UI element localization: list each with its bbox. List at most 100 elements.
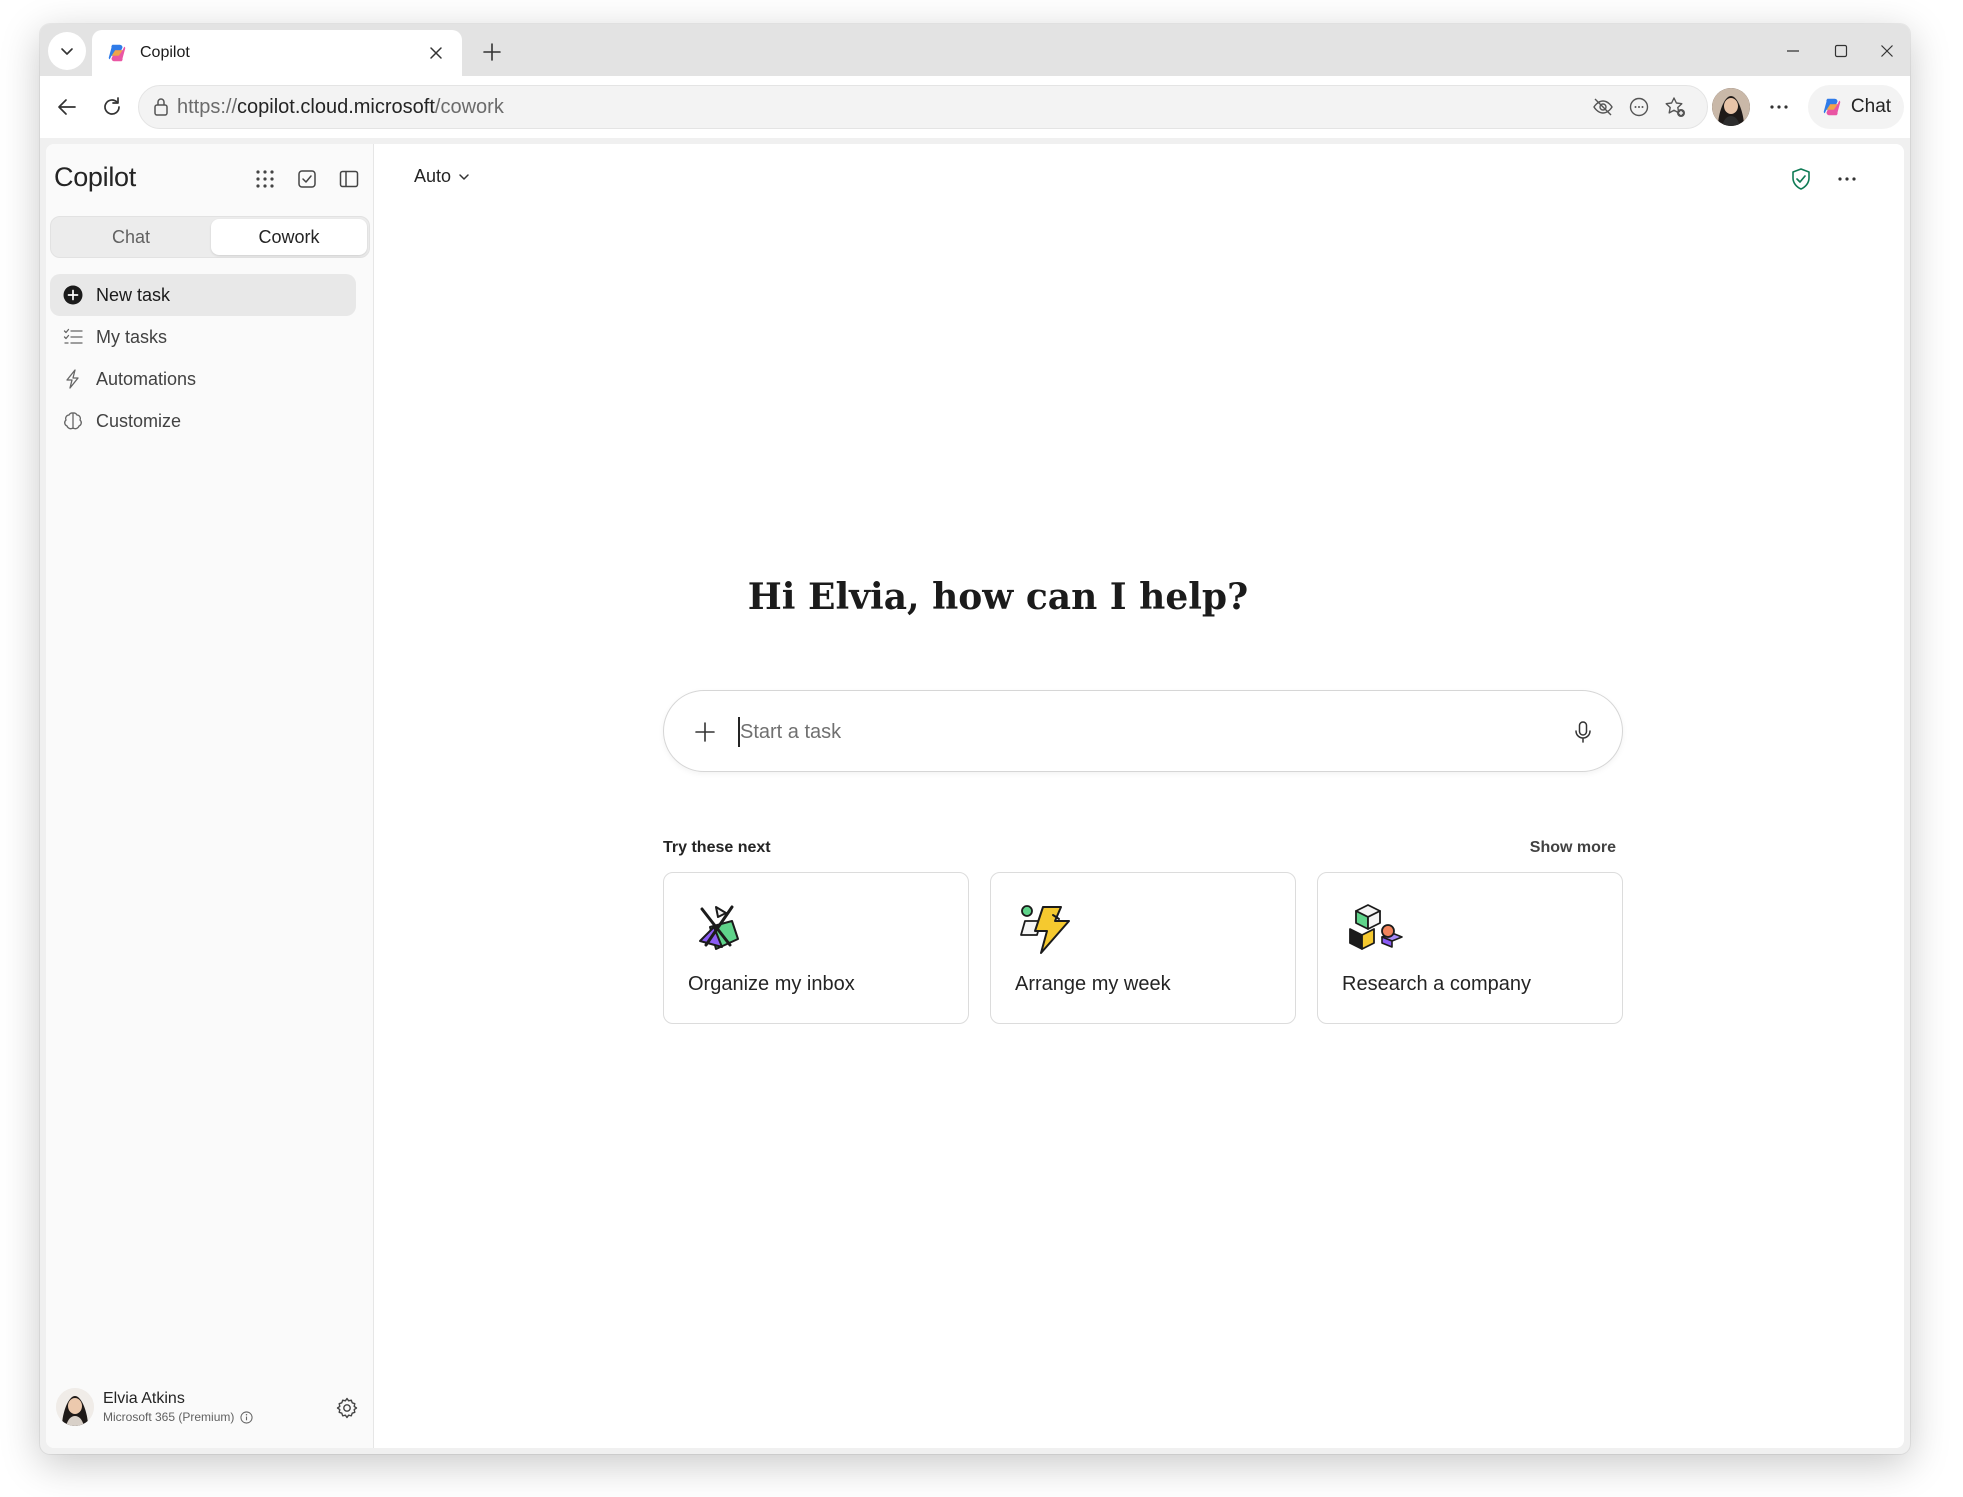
model-selector-label: Auto [414,166,452,186]
refresh-button[interactable] [95,90,129,124]
copilot-app: Copilot Chat Cowork New task My tasks Au… [46,144,1904,1448]
sidebar-nav: New task My tasks Automations Customize [50,274,356,442]
flash-icon [62,368,84,390]
copilot-logo-icon [1823,98,1841,116]
address-bar[interactable]: https://copilot.cloud.microsoft/cowork [138,85,1708,129]
task-composer [663,690,1623,772]
brain-icon [62,410,84,432]
suggestion-card-organize-inbox[interactable]: Organize my inbox [663,872,969,1024]
voice-input-button[interactable] [1566,715,1600,749]
minimize-icon [1787,50,1799,52]
more-options-button[interactable] [1830,162,1864,196]
sidebar-item-label: My tasks [96,326,168,347]
arrange-week-illustration [1020,905,1070,954]
maximize-button[interactable] [1824,36,1858,66]
avatar-photo-icon [56,1388,94,1426]
chat-bubble-icon [1629,97,1649,117]
show-more-link[interactable]: Show more [1516,839,1616,857]
sidebar-item-label: New task [96,284,171,305]
card-title: Arrange my week [1015,973,1171,995]
card-title: Organize my inbox [688,973,855,995]
toggle-sidebar-button[interactable] [332,162,366,196]
suggestion-card-arrange-week[interactable]: Arrange my week [990,872,1296,1024]
sidebar-item-label: Automations [96,368,197,389]
page-title: Hi Elvia, how can I help? [747,576,1249,618]
browser-window: Copilot https://copilot.cloud.microsoft/… [40,24,1910,1454]
avatar [56,1388,94,1426]
tab-chat[interactable]: Chat [53,219,209,255]
chat-button-label: Chat [1850,96,1892,117]
organize-inbox-illustration [699,905,739,950]
tab-strip: Copilot [40,24,1910,76]
browser-profile-avatar[interactable] [1712,88,1750,126]
tab-close-button[interactable] [424,41,448,65]
browser-toolbar: https://copilot.cloud.microsoft/cowork C [40,76,1910,138]
star-add-icon [1665,97,1685,117]
back-button[interactable] [50,90,84,124]
mode-switcher: Chat Cowork [50,216,370,258]
copilot-logo-icon [108,44,126,62]
task-input[interactable] [740,711,1520,753]
url-path: /cowork [434,95,504,118]
user-plan-label: Microsoft 365 (Premium) [103,1410,235,1424]
add-attachment-button[interactable] [690,717,720,747]
settings-button[interactable] [333,1394,361,1422]
shield-check-icon [1792,168,1810,190]
app-launcher-button[interactable] [248,162,282,196]
model-selector[interactable]: Auto [414,166,471,187]
user-profile[interactable]: Elvia Atkins Microsoft 365 (Premium) [56,1384,366,1432]
main-content: Auto Hi Elvia, how can I help? Tr [374,144,1904,1448]
card-title: Research a company [1342,973,1531,995]
sidebar-item-new-task[interactable]: New task [50,274,356,316]
reader-mode-button[interactable] [1621,89,1657,125]
avatar-photo-icon [1712,88,1750,126]
eye-off-icon [1593,98,1613,116]
gear-icon [336,1397,358,1419]
url-scheme: https:// [177,95,238,118]
tracking-prevention-button[interactable] [1585,89,1621,125]
sidebar-item-label: Customize [96,410,182,431]
sidebar-item-customize[interactable]: Customize [50,400,356,442]
tab-title: Copilot [140,44,190,61]
user-name: Elvia Atkins [103,1390,185,1407]
chevron-down-icon [459,173,469,180]
close-icon [430,47,442,59]
plus-circle-icon [62,284,84,306]
url-text: https://copilot.cloud.microsoft/cowork [177,96,1585,119]
copilot-chat-button[interactable]: Chat [1808,85,1904,129]
chevron-down-icon [61,48,73,55]
new-tab-button[interactable] [476,36,508,68]
info-icon[interactable] [240,1410,253,1424]
browser-menu-button[interactable] [1762,90,1796,124]
tab-cowork[interactable]: Cowork [211,219,367,255]
research-company-illustration [1349,904,1403,950]
refresh-icon [104,97,120,115]
plus-icon [483,43,501,61]
tab-list-button[interactable] [48,32,86,70]
suggestion-card-research-company[interactable]: Research a company [1317,872,1623,1024]
checkbox-icon [298,170,316,188]
plus-icon [695,722,715,742]
sidebar: Copilot Chat Cowork New task My tasks Au… [46,144,374,1448]
microphone-icon [1575,721,1591,743]
tasks-button[interactable] [290,162,324,196]
more-horizontal-icon [1838,177,1856,181]
app-grid-icon [256,170,274,188]
protection-status[interactable] [1784,162,1818,196]
suggestions-label: Try these next [663,839,771,856]
close-icon [1881,45,1893,57]
suggestion-cards: Organize my inbox Arrange my week Resear… [663,872,1623,1024]
maximize-icon [1834,44,1848,58]
user-plan: Microsoft 365 (Premium) [103,1410,253,1424]
back-arrow-icon [58,99,76,115]
close-window-button[interactable] [1870,36,1904,66]
task-list-icon [62,326,84,348]
add-favorite-button[interactable] [1657,89,1693,125]
more-horizontal-icon [1770,105,1788,109]
minimize-button[interactable] [1776,36,1810,66]
browser-tab[interactable]: Copilot [92,30,462,76]
app-brand: Copilot [54,162,136,192]
panel-left-icon [339,170,359,188]
sidebar-item-automations[interactable]: Automations [50,358,356,400]
sidebar-item-my-tasks[interactable]: My tasks [50,316,356,358]
